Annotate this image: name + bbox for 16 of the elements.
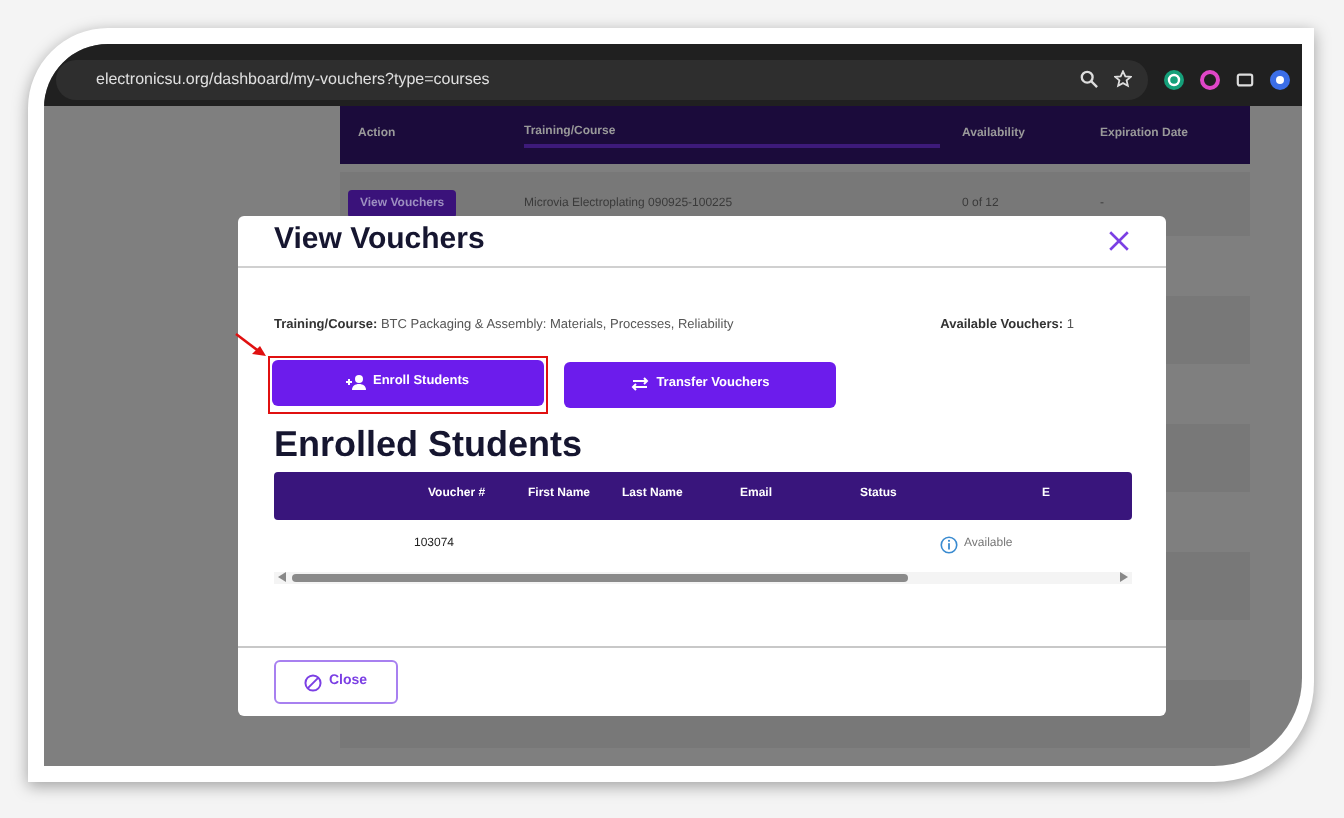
modal-title: View Vouchers — [274, 220, 485, 261]
scroll-left-icon[interactable] — [278, 572, 286, 583]
pointer-arrow — [234, 331, 268, 358]
info-icon — [940, 536, 958, 555]
horizontal-scrollbar[interactable] — [274, 571, 1132, 584]
zoom-icon[interactable] — [1080, 70, 1098, 88]
star-icon[interactable] — [1114, 70, 1132, 88]
swap-arrows-icon — [630, 376, 651, 393]
url-text: electronicsu.org/dashboard/my-vouchers?type=courses — [96, 67, 492, 91]
section-heading: Enrolled Students — [274, 421, 585, 466]
cancel-icon — [304, 673, 323, 691]
scrollbar-thumb[interactable] — [292, 573, 909, 582]
add-user-icon — [346, 374, 367, 391]
close-icon[interactable] — [1108, 230, 1130, 252]
scroll-right-icon[interactable] — [1120, 572, 1128, 583]
address-bar[interactable]: electronicsu.org/dashboard/my-vouchers?type=courses — [56, 59, 1148, 99]
